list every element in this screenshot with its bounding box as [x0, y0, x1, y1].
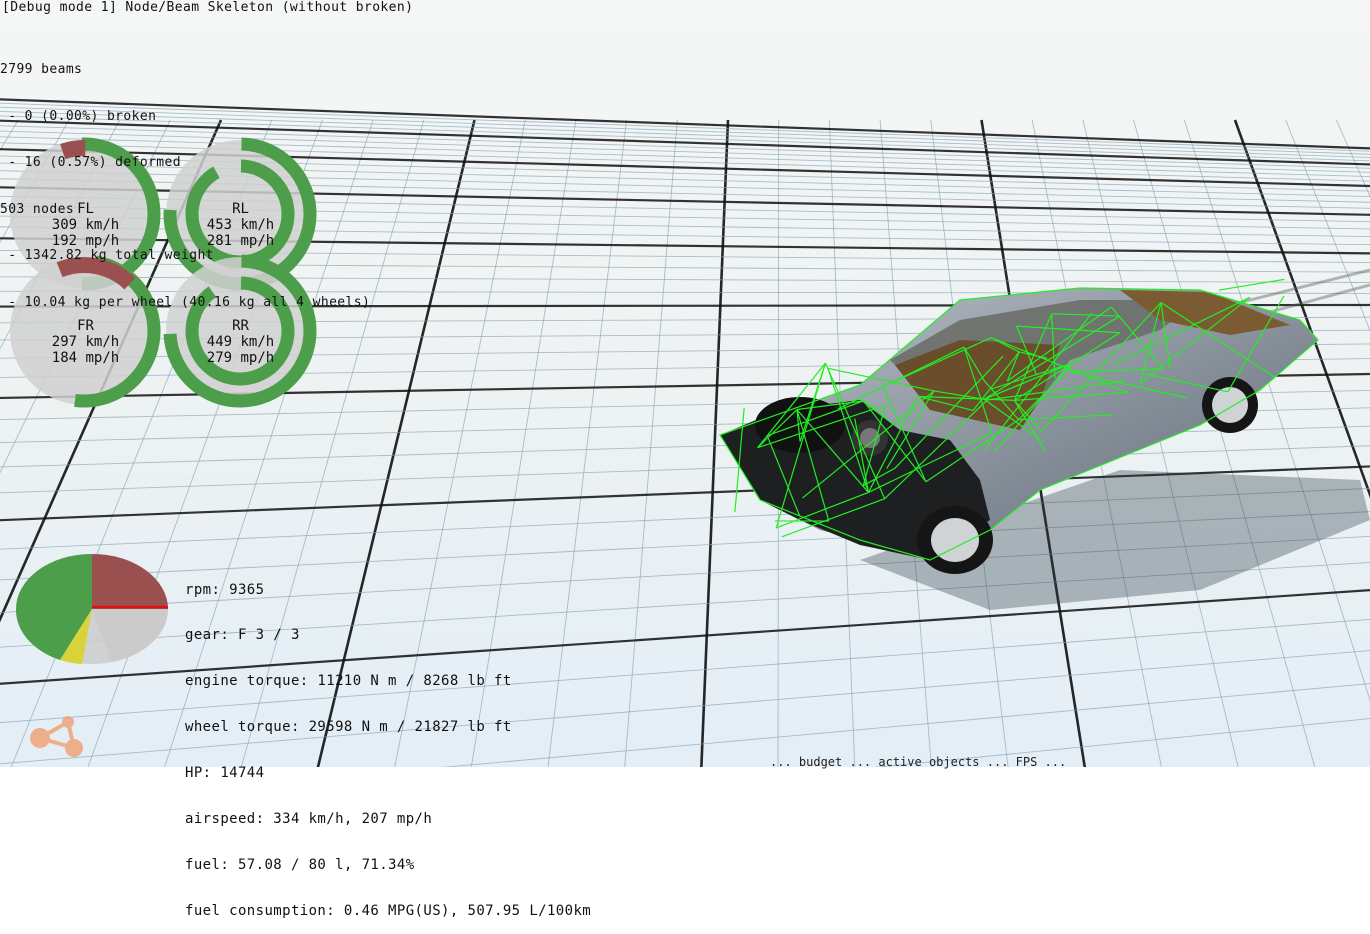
hp-readout: HP: 14744 [185, 766, 591, 781]
wheel-kmh: 309 km/h [8, 218, 163, 233]
rpm-readout: rpm: 9365 [185, 583, 591, 598]
wheel-gauge-rl: RL 453 km/h 281 mp/h [163, 158, 315, 258]
wheel-mph: 192 mp/h [8, 234, 163, 249]
fuel-consumption-readout: fuel consumption: 0.46 MPG(US), 507.95 L… [185, 904, 591, 919]
airspeed-readout: airspeed: 334 km/h, 207 mp/h [185, 812, 591, 827]
wheel-gauge-fr: FR 297 km/h 184 mp/h [8, 276, 160, 376]
engine-pie-chart [16, 554, 168, 664]
wheel-label: RL [163, 202, 318, 217]
debug-title: [Debug mode 1] Node/Beam Skeleton (witho… [2, 0, 413, 16]
wheel-mph: 279 mp/h [163, 351, 318, 366]
engine-torque-readout: engine torque: 11210 N m / 8268 lb ft [185, 674, 591, 689]
wheel-label: RR [163, 319, 318, 334]
stat-broken: - 0 (0.00%) broken [0, 109, 370, 125]
wheel-label: FR [8, 319, 163, 334]
wheel-kmh: 453 km/h [163, 218, 318, 233]
wheel-kmh: 449 km/h [163, 335, 318, 350]
stat-beams: 2799 beams [0, 62, 370, 78]
wheel-gauge-rr: RR 449 km/h 279 mp/h [163, 276, 315, 376]
wheel-kmh: 297 km/h [8, 335, 163, 350]
wheel-mph: 184 mp/h [8, 351, 163, 366]
wheel-mph: 281 mp/h [163, 234, 318, 249]
wheel-gauge-fl: FL 309 km/h 192 mp/h [8, 158, 160, 258]
fuel-readout: fuel: 57.08 / 80 l, 71.34% [185, 858, 591, 873]
engine-readout: rpm: 9365 gear: F 3 / 3 engine torque: 1… [185, 552, 591, 934]
wheel-torque-readout: wheel torque: 29598 N m / 21827 lb ft [185, 720, 591, 735]
wheel-label: FL [8, 202, 163, 217]
gear-readout: gear: F 3 / 3 [185, 628, 591, 643]
